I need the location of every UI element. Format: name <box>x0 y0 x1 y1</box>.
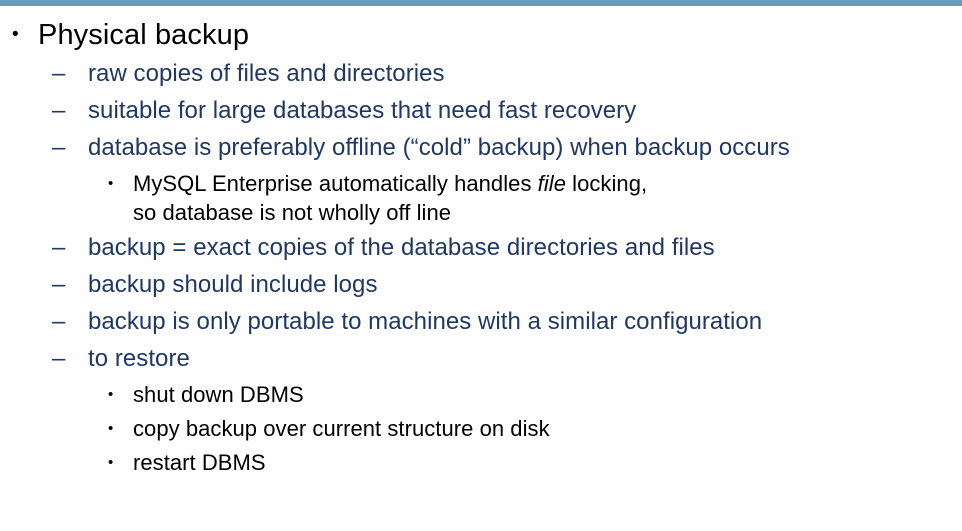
bullet-marker-icon: • <box>12 24 19 45</box>
dash-marker-icon: – <box>52 60 66 87</box>
bullet-text: backup is only portable to machines with… <box>88 308 763 335</box>
dot-marker-icon: • <box>108 454 114 471</box>
bullet-text: MySQL Enterprise automatically handles f… <box>133 169 647 227</box>
bullet-level2-suitable-large-databases: – suitable for large databases that need… <box>0 95 962 126</box>
page-title: Physical backup <box>38 19 250 51</box>
bullet-text-segment-italic: file <box>537 171 566 196</box>
bullet-level3-restart-dbms: • restart DBMS <box>0 448 962 477</box>
bullet-level3-shut-down-dbms: • shut down DBMS <box>0 380 962 409</box>
bullet-level3-copy-backup: • copy backup over current structure on … <box>0 414 962 443</box>
dash-marker-icon: – <box>52 308 66 335</box>
bullet-level2-database-offline: – database is preferably offline (“cold”… <box>0 132 962 163</box>
dot-marker-icon: • <box>108 175 114 192</box>
bullet-text-segment-plain: MySQL Enterprise automatically handles <box>133 171 538 196</box>
bullet-level1-physical-backup: • Physical backup <box>0 18 962 52</box>
dash-marker-icon: – <box>52 97 66 124</box>
bullet-text: restart DBMS <box>133 450 266 475</box>
bullet-text: copy backup over current structure on di… <box>133 416 550 441</box>
dot-marker-icon: • <box>108 420 114 437</box>
bullet-level2-raw-copies: – raw copies of files and directories <box>0 58 962 89</box>
slide-canvas: • Physical backup – raw copies of files … <box>0 0 962 531</box>
bullet-text: suitable for large databases that need f… <box>88 97 637 124</box>
bullet-level2-to-restore: – to restore <box>0 343 962 374</box>
bullet-text: backup should include logs <box>88 271 378 298</box>
slide-content: • Physical backup – raw copies of files … <box>0 6 962 482</box>
dash-marker-icon: – <box>52 234 66 261</box>
dash-marker-icon: – <box>52 271 66 298</box>
bullet-text: database is preferably offline (“cold” b… <box>88 134 790 161</box>
bullet-text: to restore <box>88 345 190 372</box>
bullet-text: raw copies of files and directories <box>88 60 445 87</box>
bullet-level3-mysql-enterprise: • MySQL Enterprise automatically handles… <box>0 169 962 227</box>
dot-marker-icon: • <box>108 386 114 403</box>
dash-marker-icon: – <box>52 345 66 372</box>
bullet-level2-backup-portable: – backup is only portable to machines wi… <box>0 306 962 337</box>
bullet-text: shut down DBMS <box>133 382 304 407</box>
dash-marker-icon: – <box>52 134 66 161</box>
bullet-level2-backup-exact-copies: – backup = exact copies of the database … <box>0 232 962 263</box>
bullet-text: backup = exact copies of the database di… <box>88 234 715 261</box>
bullet-level2-backup-include-logs: – backup should include logs <box>0 269 962 300</box>
